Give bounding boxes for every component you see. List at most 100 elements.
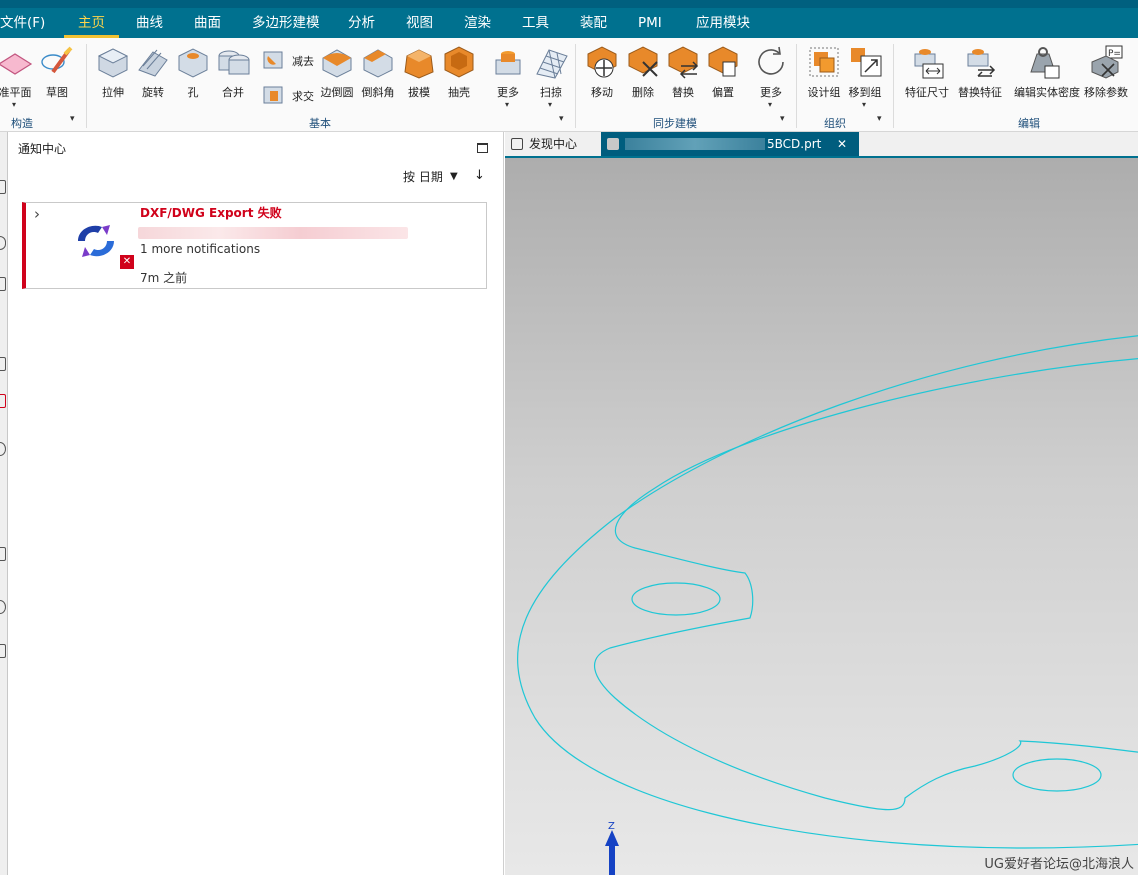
shell-icon [444,46,474,78]
sketch-button[interactable]: 草图 [34,42,80,112]
sync-more-button[interactable]: 更多 ▾ [748,42,794,112]
group-organize-dropdown[interactable]: ▾ [877,114,882,124]
notification-card[interactable]: › ✕ DXF/DWG Export 失败 1 more notificatio… [22,202,487,289]
tab-app-modules[interactable]: 应用模块 [696,8,750,38]
chevron-down-icon[interactable]: ▾ [862,100,866,109]
design-group-icon [809,47,839,77]
edit-density-button[interactable]: 编辑实体密度 [1014,42,1080,112]
maximize-icon[interactable] [477,143,488,153]
tab-analysis[interactable]: 分析 [348,8,375,38]
sort-by-label[interactable]: 按 日期 [403,168,443,185]
file-menu[interactable]: 文件(F) [0,8,45,38]
graphics-window[interactable]: Z UG爱好者论坛@北海浪人 [505,158,1138,875]
replace-feature-label: 替换特征 [958,86,1002,99]
sort-direction-icon[interactable]: ↓ [474,168,485,183]
edge-blend-button[interactable]: 边倒圆 [314,42,360,112]
sweep-button[interactable]: 扫掠 ▾ [528,42,574,112]
part-file-icon [607,138,619,150]
play-icon[interactable] [0,236,6,250]
history-icon[interactable] [0,442,6,456]
revolve-icon [138,49,168,77]
unite-button[interactable]: 合并 [210,42,256,112]
subtract-button[interactable]: 减去 [262,48,322,72]
replace-feature-button[interactable]: 替换特征 [957,42,1003,112]
more-icon [495,51,521,75]
tab-view[interactable]: 视图 [406,8,433,38]
feature-dimension-icon [914,49,944,79]
subtract-icon [263,51,283,69]
notification-more-link[interactable]: 1 more notifications [140,242,260,256]
role-icon[interactable] [0,644,6,658]
group-organize-label: 组织 [824,117,846,130]
datum-plane-button[interactable]: 准平面 ▾ [0,42,38,112]
sketch-icon [41,46,73,74]
bolt-hole-right [1012,758,1102,792]
chevron-down-icon[interactable]: ▾ [12,100,16,109]
tab-assembly[interactable]: 装配 [580,8,607,38]
hole-icon [178,48,208,78]
chevron-down-icon[interactable]: ▾ [768,100,772,109]
tab-pmi[interactable]: PMI [638,8,662,38]
feature-dimension-label: 特征尺寸 [905,86,949,99]
title-bar [0,0,1138,8]
outer-boundary-curve [517,335,1138,849]
delete-face-icon [628,46,658,77]
subtract-label: 减去 [292,55,314,68]
tab-render[interactable]: 渲染 [464,8,491,38]
panel-title: 通知中心 [18,142,67,156]
edge-blend-icon [322,49,352,78]
sketch-label: 草图 [46,86,68,99]
close-tab-icon[interactable]: ✕ [837,132,847,156]
ribbon: 准平面 ▾ 草图 构造 ▾ 拉伸 旋转 孔 合并 减去 求交 边倒圆 倒斜角 拔… [0,38,1138,132]
remove-params-button[interactable]: P= 移除参数 [1083,42,1129,112]
chevron-down-icon[interactable]: ▾ [505,100,509,109]
tab-discover-center[interactable]: 发现中心 [511,132,577,156]
group-edit-label: 编辑 [1018,117,1040,130]
part-icon[interactable] [0,357,6,371]
tab-tools[interactable]: 工具 [522,8,549,38]
chevron-down-icon[interactable]: ▾ [548,100,552,109]
tab-polygon-modeling[interactable]: 多边形建模 [252,8,320,38]
bolt-hole-left [631,582,721,616]
navigator-icon[interactable] [0,180,6,194]
design-group-button[interactable]: 设计组 [801,42,847,112]
group-sync-dropdown[interactable]: ▾ [780,114,785,124]
group-basic-dropdown[interactable]: ▾ [559,114,564,124]
group-sync-label: 同步建模 [653,117,697,130]
basic-more-button[interactable]: 更多 ▾ [485,42,531,112]
resource-bar [0,132,8,875]
remove-params-label: 移除参数 [1084,86,1128,99]
chamfer-icon [363,49,393,78]
remove-params-icon: P= [1091,45,1123,79]
group-construct-dropdown[interactable]: ▾ [70,114,75,124]
inner-boundary-curve [593,358,1138,811]
document-icon[interactable] [0,547,6,561]
move-to-group-button[interactable]: 移到组 ▾ [842,42,888,112]
group-separator [893,44,894,128]
error-icon[interactable] [0,394,6,408]
feature-dimension-button[interactable]: 特征尺寸 [904,42,950,112]
move-to-group-label: 移到组 [848,86,882,99]
sync-offset-button[interactable]: 偏置 [700,42,746,112]
chevron-right-icon[interactable]: › [34,205,40,223]
unite-label: 合并 [222,86,244,99]
replace-face-icon [668,46,699,79]
tab-surface[interactable]: 曲面 [194,8,221,38]
intersect-icon [263,86,283,104]
group-construct-label: 构造 [11,117,33,130]
move-to-group-icon [851,48,882,77]
document-tab-bar: 发现中心 5BCD.prt ✕ [505,132,1138,158]
clock-icon[interactable] [0,600,6,614]
part-geometry: Z [517,335,1138,875]
chamfer-button[interactable]: 倒斜角 [355,42,401,112]
tab-home[interactable]: 主页 [64,8,119,38]
offset-face-icon [708,46,738,77]
assembly-icon[interactable] [0,277,6,291]
move-face-icon [587,46,617,78]
sort-dropdown-icon[interactable]: ▼ [450,171,458,182]
tab-part-file[interactable]: 5BCD.prt ✕ [601,132,859,156]
sync-move-button[interactable]: 移动 [579,42,625,112]
tab-curve[interactable]: 曲线 [136,8,163,38]
axis-triad: Z [605,821,619,875]
shell-button[interactable]: 抽壳 [436,42,482,112]
